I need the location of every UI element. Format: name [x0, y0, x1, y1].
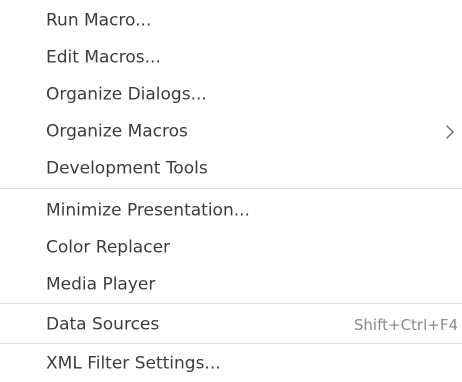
menu-item-organize-dialogs[interactable]: Organize Dialogs...: [0, 76, 462, 113]
menu-item-media-player[interactable]: Media Player: [0, 266, 462, 303]
menu-item-label: Media Player: [46, 274, 156, 294]
menu-item-organize-macros[interactable]: Organize Macros: [0, 113, 462, 150]
menu-item-color-replacer[interactable]: Color Replacer: [0, 229, 462, 266]
menu-item-minimize-presentation[interactable]: Minimize Presentation...: [0, 192, 462, 229]
menu-item-label: Edit Macros...: [46, 47, 161, 67]
menu-item-label: Development Tools: [46, 158, 208, 178]
menu-item-development-tools[interactable]: Development Tools: [0, 150, 462, 187]
menu-item-label: XML Filter Settings...: [46, 353, 221, 373]
menu-separator: [0, 343, 462, 344]
menu-item-run-macro[interactable]: Run Macro...: [0, 2, 462, 39]
menu-item-data-sources[interactable]: Data Sources Shift+Ctrl+F4: [0, 306, 462, 343]
tools-menu: Run Macro... Edit Macros... Organize Dia…: [0, 0, 462, 381]
menu-item-label: Organize Macros: [46, 121, 188, 141]
menu-item-label: Organize Dialogs...: [46, 84, 207, 104]
menu-separator: [0, 188, 462, 189]
menu-item-edit-macros[interactable]: Edit Macros...: [0, 39, 462, 76]
menu-separator: [0, 303, 462, 304]
menu-item-label: Color Replacer: [46, 237, 171, 257]
menu-item-label: Run Macro...: [46, 10, 152, 30]
chevron-right-icon: [446, 124, 454, 139]
menu-item-xml-filter-settings[interactable]: XML Filter Settings...: [0, 345, 462, 382]
menu-item-label: Minimize Presentation...: [46, 200, 250, 220]
menu-item-shortcut: Shift+Ctrl+F4: [353, 315, 458, 334]
menu-item-label: Data Sources: [46, 314, 160, 334]
